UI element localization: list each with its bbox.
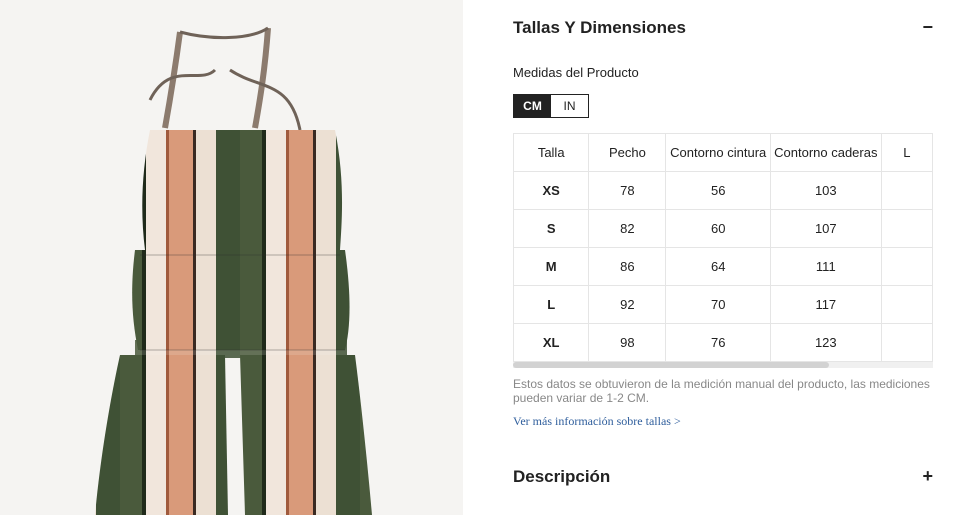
cell-pecho: 98 <box>588 323 667 362</box>
unit-switch: CM IN <box>513 94 589 118</box>
expand-icon[interactable]: + <box>913 466 933 487</box>
jumpsuit-illustration <box>95 26 372 515</box>
table-row: S 82 60 107 <box>513 209 933 248</box>
header-contorno-caderas: Contorno caderas <box>769 133 882 172</box>
product-image <box>0 0 463 515</box>
cell-caderas: 111 <box>769 247 882 286</box>
cell-truncated <box>880 247 933 286</box>
cell-caderas: 107 <box>769 209 882 248</box>
cell-cintura: 70 <box>665 285 771 324</box>
cell-truncated <box>880 285 933 324</box>
unit-in-button[interactable]: IN <box>551 95 588 117</box>
unit-cm-button[interactable]: CM <box>514 95 551 117</box>
header-contorno-cintura: Contorno cintura <box>665 133 771 172</box>
header-talla: Talla <box>513 133 590 172</box>
size-table-container[interactable]: Talla Pecho Contorno cintura Contorno ca… <box>513 133 933 371</box>
cell-size: L <box>513 285 590 324</box>
cell-cintura: 64 <box>665 247 771 286</box>
horizontal-scrollbar[interactable] <box>513 362 933 368</box>
measurement-note: Estos datos se obtuvieron de la medición… <box>513 377 930 405</box>
cell-size: XL <box>513 323 590 362</box>
cell-caderas: 117 <box>769 285 882 324</box>
cell-pecho: 92 <box>588 285 667 324</box>
table-row: XL 98 76 123 <box>513 323 933 362</box>
description-section-title: Descripción <box>513 466 611 486</box>
sizes-section-header[interactable]: Tallas Y Dimensiones − <box>513 17 933 38</box>
cell-truncated <box>880 171 933 210</box>
sizes-section-title: Tallas Y Dimensiones <box>513 17 686 37</box>
cell-truncated <box>880 209 933 248</box>
header-truncated: L <box>880 133 933 172</box>
cell-truncated <box>880 323 933 362</box>
cell-pecho: 86 <box>588 247 667 286</box>
cell-caderas: 123 <box>769 323 882 362</box>
cell-cintura: 56 <box>665 171 771 210</box>
cell-pecho: 78 <box>588 171 667 210</box>
table-row: XS 78 56 103 <box>513 171 933 210</box>
collapse-icon[interactable]: − <box>913 17 933 38</box>
cell-size: XS <box>513 171 590 210</box>
scrollbar-thumb[interactable] <box>513 362 829 368</box>
description-section-header[interactable]: Descripción + <box>513 466 933 487</box>
table-header-row: Talla Pecho Contorno cintura Contorno ca… <box>513 133 933 172</box>
cell-size: S <box>513 209 590 248</box>
cell-pecho: 82 <box>588 209 667 248</box>
product-measurements-label: Medidas del Producto <box>513 65 639 80</box>
cell-size: M <box>513 247 590 286</box>
cell-caderas: 103 <box>769 171 882 210</box>
size-table: Talla Pecho Contorno cintura Contorno ca… <box>513 133 933 362</box>
size-info-link[interactable]: Ver más información sobre tallas > <box>513 414 681 429</box>
table-row: L 92 70 117 <box>513 285 933 324</box>
size-panel: Tallas Y Dimensiones − Medidas del Produ… <box>513 0 933 515</box>
header-pecho: Pecho <box>588 133 667 172</box>
cell-cintura: 76 <box>665 323 771 362</box>
table-row: M 86 64 111 <box>513 247 933 286</box>
cell-cintura: 60 <box>665 209 771 248</box>
